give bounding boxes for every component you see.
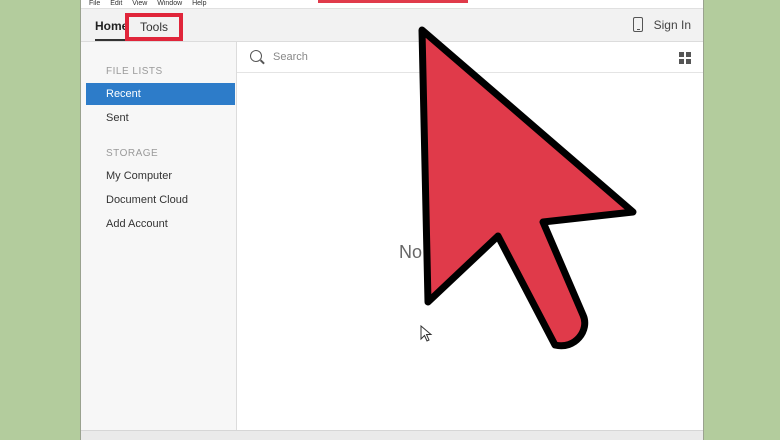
main-content: Search No recent: [237, 42, 703, 440]
sidebar-item-sent[interactable]: Sent: [86, 107, 235, 129]
empty-state-text: No recent: [399, 242, 478, 262]
phone-icon[interactable]: [633, 17, 643, 32]
footer-bar: [81, 430, 703, 440]
tab-bar: Home Tools Sign In: [81, 9, 703, 42]
sidebar-item-recent[interactable]: Recent: [86, 83, 235, 105]
menu-window[interactable]: Window: [157, 0, 182, 7]
sidebar: FILE LISTS Recent Sent STORAGE My Comput…: [81, 42, 237, 440]
grid-view-icon[interactable]: [679, 52, 691, 64]
mouse-cursor-icon: [420, 325, 433, 342]
menu-help[interactable]: Help: [192, 0, 206, 7]
acrobat-window: File Edit View Window Help Home Tools Si…: [80, 0, 704, 440]
sidebar-item-my-computer[interactable]: My Computer: [86, 165, 235, 187]
tab-tools[interactable]: Tools: [125, 13, 183, 41]
storage-heading: STORAGE: [106, 148, 159, 159]
file-lists-heading: FILE LISTS: [106, 66, 163, 77]
search-bar[interactable]: Search: [237, 42, 703, 73]
tab-tools-label: Tools: [139, 20, 168, 34]
search-input[interactable]: Search: [273, 51, 308, 63]
sign-in-link[interactable]: Sign In: [654, 18, 691, 32]
menu-edit[interactable]: Edit: [110, 0, 122, 7]
search-icon[interactable]: [250, 50, 262, 62]
active-tab-underline: [95, 39, 127, 41]
menu-view[interactable]: View: [132, 0, 147, 7]
sidebar-item-add-account[interactable]: Add Account: [86, 213, 235, 235]
annotation-red-bar: [318, 0, 468, 3]
tab-home[interactable]: Home: [95, 19, 128, 33]
menu-file[interactable]: File: [89, 0, 100, 7]
sidebar-item-document-cloud[interactable]: Document Cloud: [86, 189, 235, 211]
